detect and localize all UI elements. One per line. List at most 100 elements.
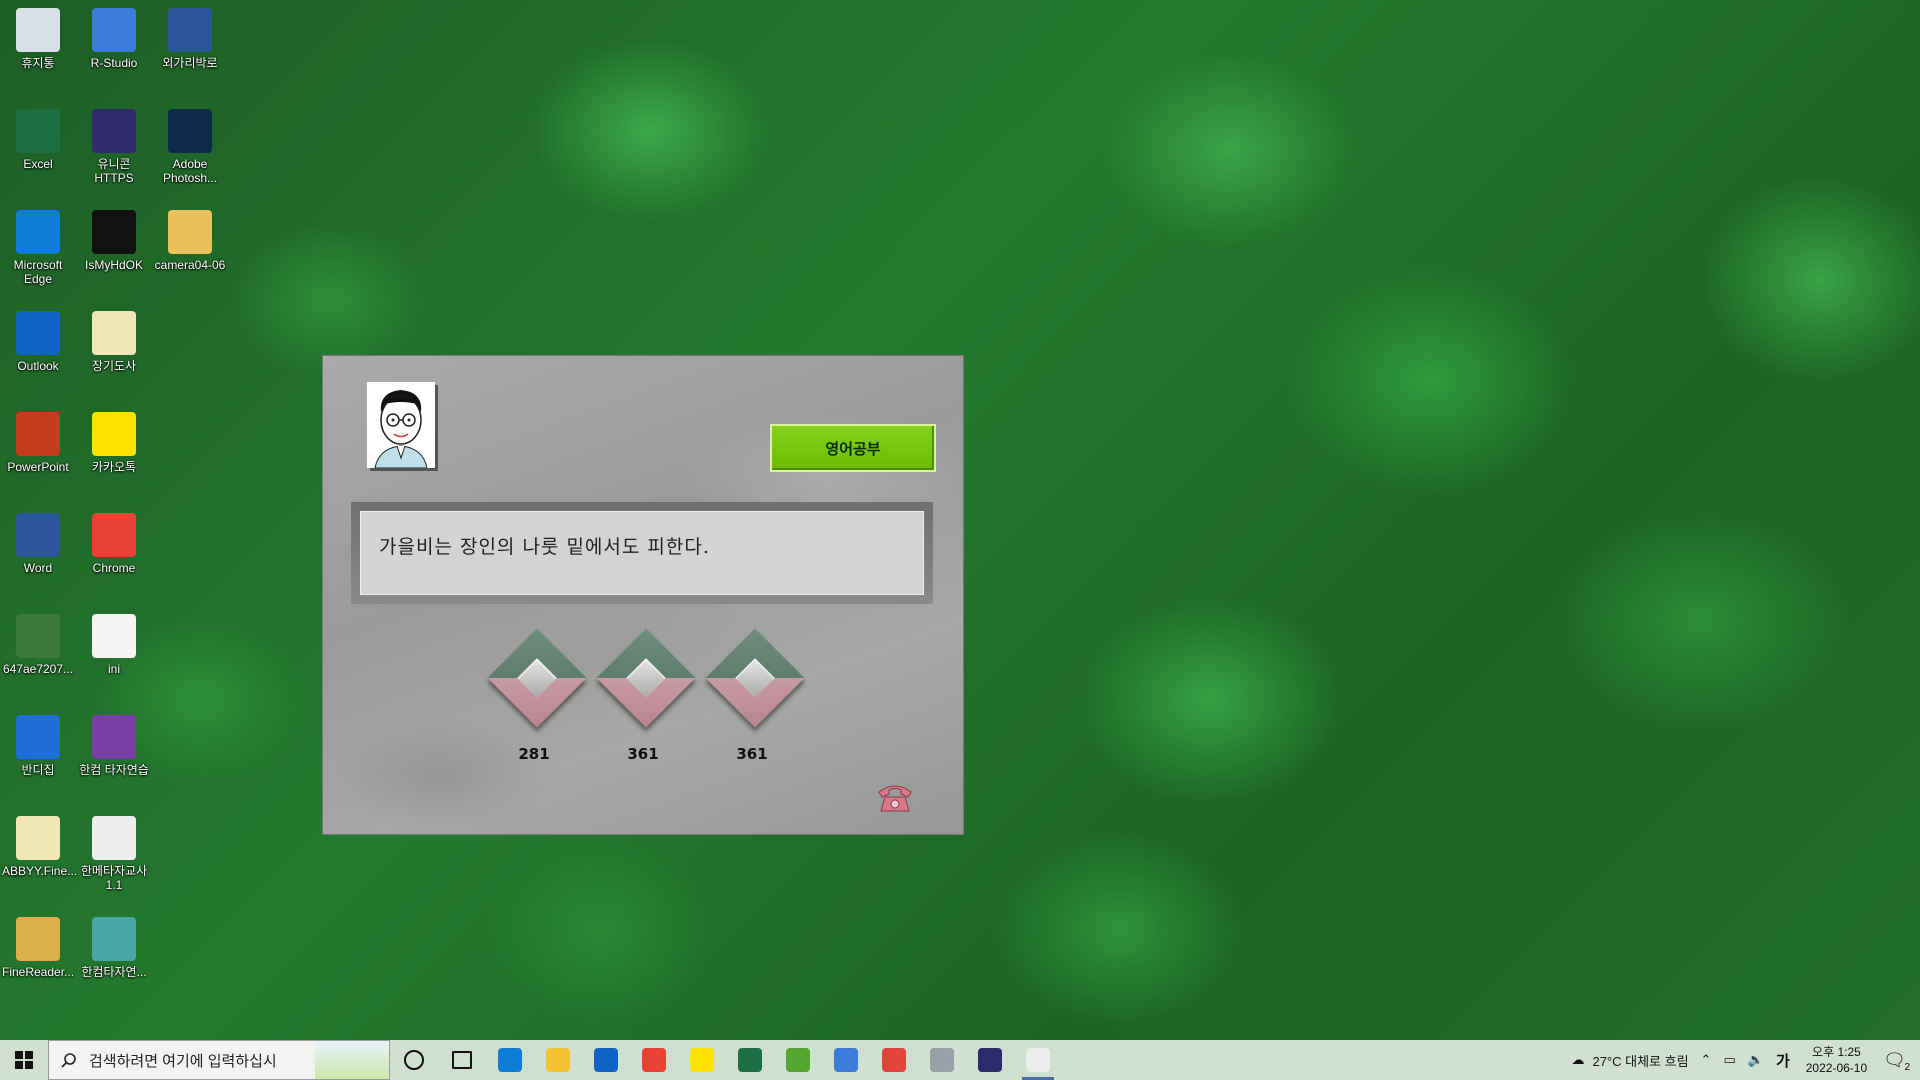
desktop-icon-label: R-Studio bbox=[90, 56, 138, 70]
taskbar-app-app-gray[interactable] bbox=[918, 1040, 966, 1080]
taskbar-app-network[interactable] bbox=[822, 1040, 870, 1080]
desktop-icon[interactable]: Chrome bbox=[78, 513, 150, 575]
score-button-3[interactable]: 361 bbox=[697, 628, 807, 763]
taskbar-app-kakaotalk[interactable] bbox=[678, 1040, 726, 1080]
desktop-icon[interactable]: Outlook bbox=[2, 311, 74, 373]
search-placeholder: 검색하려면 여기에 입력하십시 bbox=[89, 1052, 277, 1070]
document-icon bbox=[92, 311, 136, 355]
score-button-2[interactable]: 361 bbox=[588, 628, 698, 763]
taskbar-app-task-view[interactable] bbox=[438, 1040, 486, 1080]
mail-icon bbox=[594, 1048, 618, 1072]
diamond-icon[interactable] bbox=[705, 628, 805, 728]
proverb-text: 가을비는 장인의 나룻 밑에서도 피한다. bbox=[360, 511, 924, 595]
taskbar-app-typing-tutor[interactable] bbox=[1014, 1040, 1062, 1080]
desktop-icon[interactable]: FineReader... bbox=[2, 917, 74, 979]
notification-icon: 🗨 bbox=[1883, 1049, 1906, 1070]
desktop-icon-label: 한컴 타자연습 bbox=[79, 763, 149, 777]
chevron-up-icon[interactable]: ⌃ bbox=[1701, 1052, 1712, 1068]
network-icon[interactable]: ▭ bbox=[1723, 1052, 1735, 1068]
hancom-typing-icon bbox=[92, 715, 136, 759]
word-doc-icon bbox=[168, 8, 212, 52]
taskbar-app-app-red[interactable] bbox=[870, 1040, 918, 1080]
weather-widget[interactable]: ☁ 27°C 대체로 흐림 bbox=[1571, 1051, 1688, 1070]
desktop-icon-label: ini bbox=[107, 662, 120, 676]
taskbar-app-utorrent[interactable] bbox=[774, 1040, 822, 1080]
desktop-icon[interactable]: Excel bbox=[2, 109, 74, 171]
score-button-1[interactable]: 281 bbox=[479, 628, 589, 763]
desktop-icon-label: 외가리박로 bbox=[162, 56, 218, 70]
ismyhdok-icon bbox=[92, 210, 136, 254]
cloud-icon: ☁ bbox=[1571, 1052, 1585, 1067]
desktop-icon[interactable]: 한컴타자연... bbox=[78, 917, 150, 979]
desktop-icon-label: IsMyHdOK bbox=[84, 258, 143, 272]
typing-tutor-dialog: 영어공부 가을비는 장인의 나룻 밑에서도 피한다. 281 361 361 bbox=[323, 356, 963, 834]
desktop-icon[interactable]: ABBYY.Fine... bbox=[2, 816, 77, 878]
desktop-icon[interactable]: Microsoft Edge bbox=[2, 210, 74, 286]
kakaotalk-icon bbox=[690, 1048, 714, 1072]
desktop-icon[interactable]: 카카오톡 bbox=[78, 412, 150, 474]
desktop-icon-label: PowerPoint bbox=[7, 460, 69, 474]
taskbar-app-chrome[interactable] bbox=[630, 1040, 678, 1080]
desktop-icon[interactable]: 647ae7207... bbox=[2, 614, 74, 676]
desktop-icon[interactable]: PowerPoint bbox=[2, 412, 74, 474]
diamond-icon[interactable] bbox=[596, 628, 696, 728]
desktop-icon-label: Chrome bbox=[92, 561, 136, 575]
desktop-icon[interactable]: 유니콘 HTTPS bbox=[78, 109, 150, 185]
cortana-icon bbox=[404, 1050, 424, 1070]
desktop-icon[interactable]: 휴지통 bbox=[2, 8, 74, 70]
taskbar-app-edge[interactable] bbox=[486, 1040, 534, 1080]
chrome-icon bbox=[92, 513, 136, 557]
taskbar-app-excel[interactable] bbox=[726, 1040, 774, 1080]
search-icon bbox=[61, 1053, 76, 1068]
desktop-icon-label: Excel bbox=[23, 157, 53, 171]
desktop-icon[interactable]: ini bbox=[78, 614, 150, 676]
app-icon bbox=[930, 1048, 954, 1072]
desktop-icon[interactable]: camera04-06 bbox=[154, 210, 226, 272]
desktop-icon-label: 유니콘 HTTPS bbox=[94, 157, 134, 185]
notification-button[interactable]: 🗨 2 bbox=[1883, 1049, 1910, 1073]
utorrent-icon bbox=[786, 1048, 810, 1072]
taskbar-app-file-explorer[interactable] bbox=[534, 1040, 582, 1080]
edge-icon bbox=[498, 1048, 522, 1072]
desktop-icon[interactable]: IsMyHdOK bbox=[78, 210, 150, 272]
phone-icon[interactable] bbox=[875, 780, 915, 814]
desktop-icon-label: 한컴타자연... bbox=[81, 965, 147, 979]
desktop-icon[interactable]: 반디집 bbox=[2, 715, 74, 777]
desktop-icon[interactable]: 장기도사 bbox=[78, 311, 150, 373]
search-input[interactable]: 검색하려면 여기에 입력하십시 bbox=[48, 1040, 390, 1080]
avatar bbox=[367, 382, 435, 469]
hanme-typing-icon bbox=[92, 816, 136, 860]
globe-icon bbox=[834, 1048, 858, 1072]
document-icon bbox=[16, 816, 60, 860]
desktop-icon-label: 반디집 bbox=[21, 763, 55, 777]
desktop-icon[interactable]: Adobe Photosh... bbox=[154, 109, 226, 185]
start-button[interactable] bbox=[0, 1040, 48, 1080]
desktop-icon-label: Word bbox=[23, 561, 53, 575]
taskbar-apps bbox=[390, 1040, 1062, 1080]
speaker-icon[interactable]: 🔈 bbox=[1748, 1052, 1764, 1068]
desktop-icon-label: Adobe Photosh... bbox=[162, 157, 218, 185]
search-highlight-image bbox=[315, 1041, 389, 1079]
clock-date: 2022-06-10 bbox=[1805, 1061, 1868, 1075]
notification-count: 2 bbox=[1904, 1061, 1910, 1073]
score-label: 361 bbox=[627, 745, 659, 763]
hanme-typing-icon bbox=[1026, 1048, 1050, 1072]
ime-indicator[interactable]: 가 bbox=[1776, 1050, 1790, 1071]
english-study-button[interactable]: 영어공부 bbox=[770, 424, 936, 472]
desktop-icon[interactable]: 한컴 타자연습 bbox=[78, 715, 150, 777]
desktop-icon[interactable]: 외가리박로 bbox=[154, 8, 226, 70]
desktop-icon[interactable]: Word bbox=[2, 513, 74, 575]
desktop-icon[interactable]: R-Studio bbox=[78, 8, 150, 70]
word-icon bbox=[16, 513, 60, 557]
text-file-icon bbox=[92, 614, 136, 658]
recycle-bin-icon bbox=[16, 8, 60, 52]
clock[interactable]: 오후 1:25 2022-06-10 bbox=[1806, 1044, 1867, 1076]
desktop-icon-label: 휴지통 bbox=[21, 56, 55, 70]
weather-text: 27°C 대체로 흐림 bbox=[1592, 1053, 1689, 1069]
taskbar-app-unicorn[interactable] bbox=[966, 1040, 1014, 1080]
diamond-icon[interactable] bbox=[487, 628, 587, 728]
taskbar-app-mail[interactable] bbox=[582, 1040, 630, 1080]
taskbar-app-cortana[interactable] bbox=[390, 1040, 438, 1080]
desktop-icon[interactable]: 한메타자교사 1.1 bbox=[78, 816, 150, 892]
desktop-icon-label: FineReader... bbox=[2, 965, 75, 979]
